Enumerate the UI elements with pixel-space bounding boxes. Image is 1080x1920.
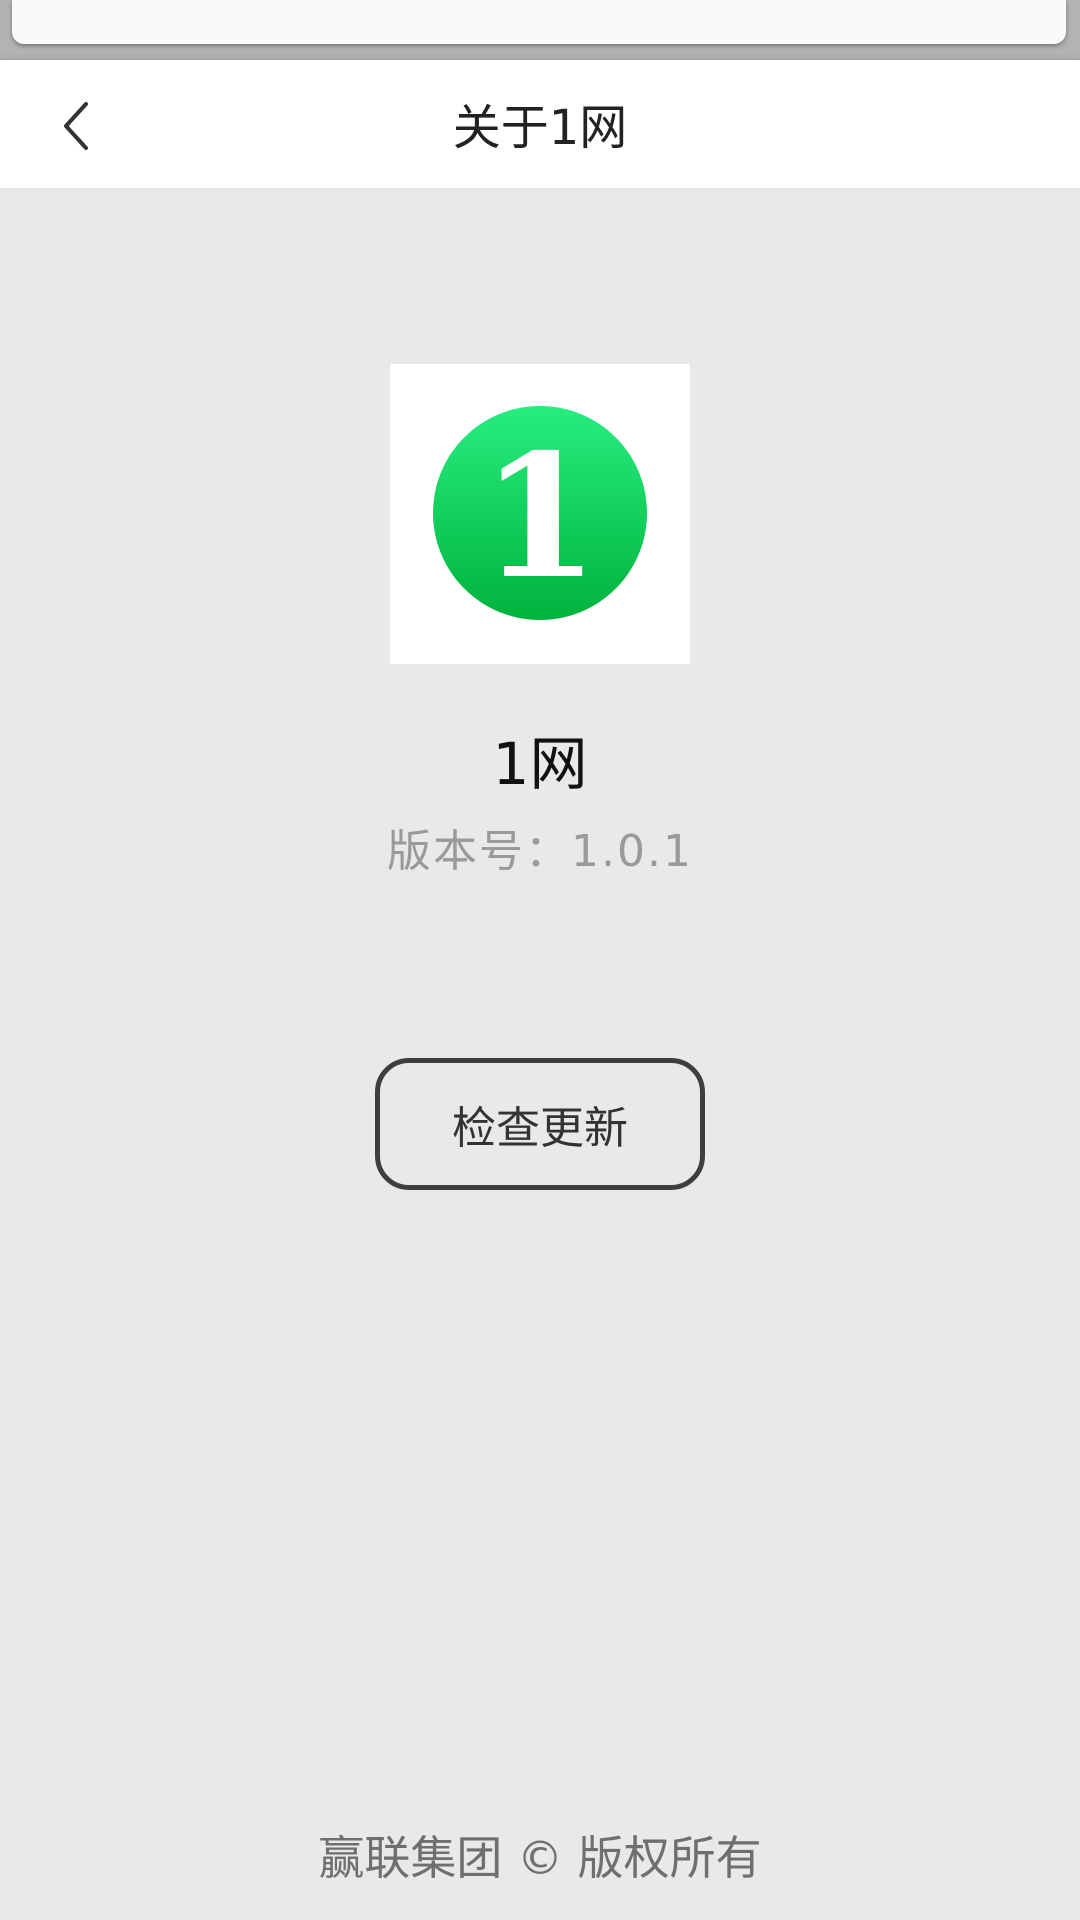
version-number: 1.0.1 [571,826,693,877]
app-logo-icon: 1 [433,406,647,620]
version-label: 版本号： [387,826,572,877]
notification-card [12,0,1066,44]
top-overlay [0,0,1080,60]
check-update-button[interactable]: 检查更新 [375,1058,705,1190]
logo-glyph: 1 [481,417,599,617]
page-title: 关于1网 [452,100,628,156]
app-header: 关于1网 [0,60,1080,188]
app-logo: 1 [390,364,690,664]
copyright-text: 赢联集团 © 版权所有 [318,1831,762,1885]
app-name: 1网 [492,730,588,798]
version-info: 版本号：1.0.1 [0,822,1080,882]
